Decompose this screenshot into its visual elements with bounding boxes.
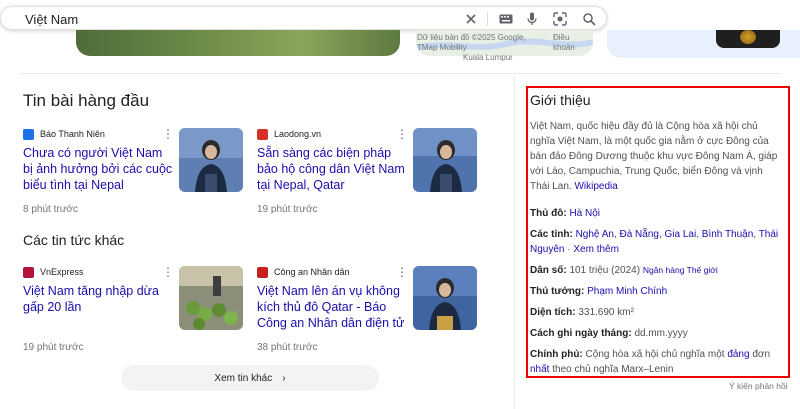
intro-description: Việt Nam, quốc hiệu đầy đủ là Cộng hòa x… [530, 121, 778, 192]
news-time: 19 phút trước [23, 342, 84, 353]
news-thumbnail[interactable] [413, 266, 477, 330]
more-options-icon[interactable]: ⋮ [162, 266, 174, 278]
see-more-link[interactable]: Xem thêm [573, 244, 619, 255]
top-stories-heading: Tin bài hàng đầu [23, 91, 150, 110]
news-time: 38 phút trước [257, 342, 318, 353]
map-terms-link[interactable]: Điều khoản [553, 33, 589, 53]
gov-link[interactable]: nhất [530, 364, 549, 375]
intro-title: Giới thiệu [530, 92, 591, 108]
more-news-label: Xem tin khác [214, 372, 273, 384]
fact-capital: Thủ đô: Hà Nội [530, 208, 601, 219]
vnexpress-favicon-icon [23, 266, 34, 278]
news-time: 19 phút trước [257, 204, 318, 215]
fact-prime-minister: Thủ tướng: Phạm Minh Chính [530, 286, 668, 297]
news-title-link[interactable]: Sẵn sàng các biện pháp bảo hộ công dân V… [257, 145, 407, 193]
province-link[interactable]: Đà Nẵng [620, 229, 659, 240]
feedback-link[interactable]: Ý kiến phản hồi [729, 381, 788, 391]
fact-date-format: Cách ghi ngày tháng: dd.mm.yyyy [530, 328, 688, 339]
other-news-heading: Các tin tức khác [23, 232, 125, 248]
divider [20, 73, 782, 74]
province-link[interactable]: Nghệ An [576, 229, 614, 240]
news-title-link[interactable]: Chưa có người Việt Nam bị ảnh hưởng bởi … [23, 145, 173, 193]
fact-provinces: Các tỉnh: Nghệ An, Đà Nẵng, Gia Lai, Bìn… [530, 229, 779, 255]
gov-link[interactable]: đảng [727, 349, 749, 360]
cand-favicon-icon [257, 266, 268, 278]
emblem-image[interactable] [716, 30, 780, 48]
news-title-link[interactable]: Việt Nam lên án vụ không kích thủ đô Qat… [257, 283, 407, 331]
keyboard-icon[interactable] [498, 11, 514, 27]
chevron-right-icon: › [282, 372, 286, 384]
fact-area: Diện tích: 331.690 km² [530, 307, 634, 318]
population-source-link[interactable]: Ngân hàng Thế giới [643, 265, 718, 275]
divider [487, 12, 488, 26]
top-image[interactable] [76, 30, 400, 56]
news-source: VnExpress [23, 266, 84, 278]
more-options-icon[interactable]: ⋮ [396, 128, 408, 140]
search-icon[interactable] [581, 11, 597, 27]
news-thumbnail[interactable] [179, 128, 243, 192]
province-link[interactable]: Bình Thuận [702, 229, 754, 240]
map-attribution: Dữ liệu bản đồ ©2025 Google, TMap Mobili… [417, 33, 526, 62]
search-bar[interactable]: Việt Nam [0, 6, 607, 30]
news-source: Công an Nhân dân [257, 266, 350, 278]
news-thumbnail[interactable] [179, 266, 243, 330]
more-options-icon[interactable]: ⋮ [396, 266, 408, 278]
wikipedia-link[interactable]: Wikipedia [574, 181, 617, 192]
fact-population: Dân số: 101 triệu (2024) Ngân hàng Thế g… [530, 265, 718, 276]
capital-link[interactable]: Hà Nội [569, 208, 600, 219]
more-options-icon[interactable]: ⋮ [162, 128, 174, 140]
more-news-button[interactable]: Xem tin khác › [121, 365, 379, 391]
news-title-link[interactable]: Việt Nam tăng nhập dừa gấp 20 lần [23, 283, 173, 315]
fact-government: Chính phủ: Cộng hòa xã hội chủ nghĩa một… [530, 349, 771, 375]
news-source: Laodong.vn [257, 128, 321, 140]
pm-link[interactable]: Phạm Minh Chính [587, 286, 667, 297]
laodong-favicon-icon [257, 128, 268, 140]
lens-camera-icon[interactable] [552, 11, 568, 27]
clear-icon[interactable] [463, 11, 479, 27]
microphone-icon[interactable] [524, 11, 540, 27]
search-input[interactable]: Việt Nam [25, 12, 78, 27]
divider [514, 76, 515, 409]
news-time: 8 phút trước [23, 204, 78, 215]
thanhnien-favicon-icon [23, 128, 34, 140]
news-source: Báo Thanh Niên [23, 128, 105, 140]
province-link[interactable]: Gia Lai [665, 229, 697, 240]
news-thumbnail[interactable] [413, 128, 477, 192]
